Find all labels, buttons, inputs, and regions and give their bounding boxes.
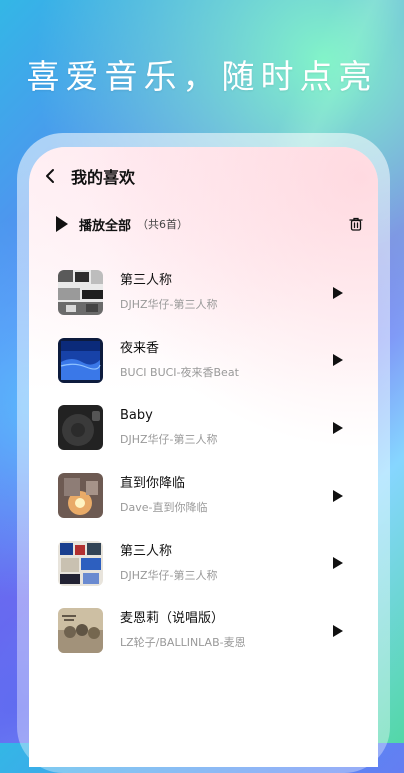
- song-row[interactable]: 麦恩莉（说唱版） LZ轮子/BALLINLAB-麦恩: [29, 597, 378, 665]
- song-row[interactable]: Baby DJHZ华仔-第三人称: [29, 394, 378, 462]
- play-icon[interactable]: [332, 489, 344, 503]
- play-icon: [56, 216, 68, 232]
- album-cover: [58, 608, 103, 654]
- album-cover: [58, 405, 103, 451]
- slogan-banner: 喜爱音乐，随时点亮: [26, 57, 378, 96]
- song-artist: DJHZ华仔-第三人称: [120, 433, 218, 447]
- play-icon[interactable]: [332, 286, 344, 300]
- play-icon[interactable]: [332, 421, 344, 435]
- favorites-panel: 我的喜欢 播放全部 （共6首） 第三人称 DJHZ华仔-第三人称 夜来香 BUC…: [29, 147, 378, 767]
- page-header: 我的喜欢: [39, 163, 135, 189]
- page-title: 我的喜欢: [71, 168, 136, 187]
- play-all-button[interactable]: 播放全部 （共6首）: [55, 215, 188, 234]
- album-cover: [58, 270, 103, 316]
- play-icon[interactable]: [332, 353, 344, 367]
- chevron-left-icon: [46, 169, 54, 183]
- album-cover: [58, 473, 103, 519]
- play-all-label: 播放全部: [79, 218, 132, 234]
- song-row[interactable]: 第三人称 DJHZ华仔-第三人称: [29, 259, 378, 327]
- song-artist: Dave-直到你降临: [120, 501, 208, 515]
- back-button[interactable]: [39, 165, 61, 187]
- song-artist: LZ轮子/BALLINLAB-麦恩: [120, 636, 246, 650]
- song-row[interactable]: 直到你降临 Dave-直到你降临: [29, 462, 378, 530]
- song-list: 第三人称 DJHZ华仔-第三人称 夜来香 BUCI BUCI-夜来香Beat B…: [29, 259, 378, 665]
- play-all-row: 播放全部 （共6首）: [55, 212, 364, 236]
- song-artist: BUCI BUCI-夜来香Beat: [120, 365, 239, 379]
- album-cover: [58, 337, 103, 383]
- song-row[interactable]: 第三人称 DJHZ华仔-第三人称: [29, 529, 378, 597]
- play-icon[interactable]: [332, 556, 344, 570]
- song-count: （共6首）: [137, 218, 189, 231]
- play-icon[interactable]: [332, 624, 344, 638]
- song-row[interactable]: 夜来香 BUCI BUCI-夜来香Beat: [29, 327, 378, 395]
- song-artist: DJHZ华仔-第三人称: [120, 568, 218, 582]
- album-cover: [58, 540, 103, 586]
- song-artist: DJHZ华仔-第三人称: [120, 298, 218, 312]
- trash-icon[interactable]: [348, 216, 364, 232]
